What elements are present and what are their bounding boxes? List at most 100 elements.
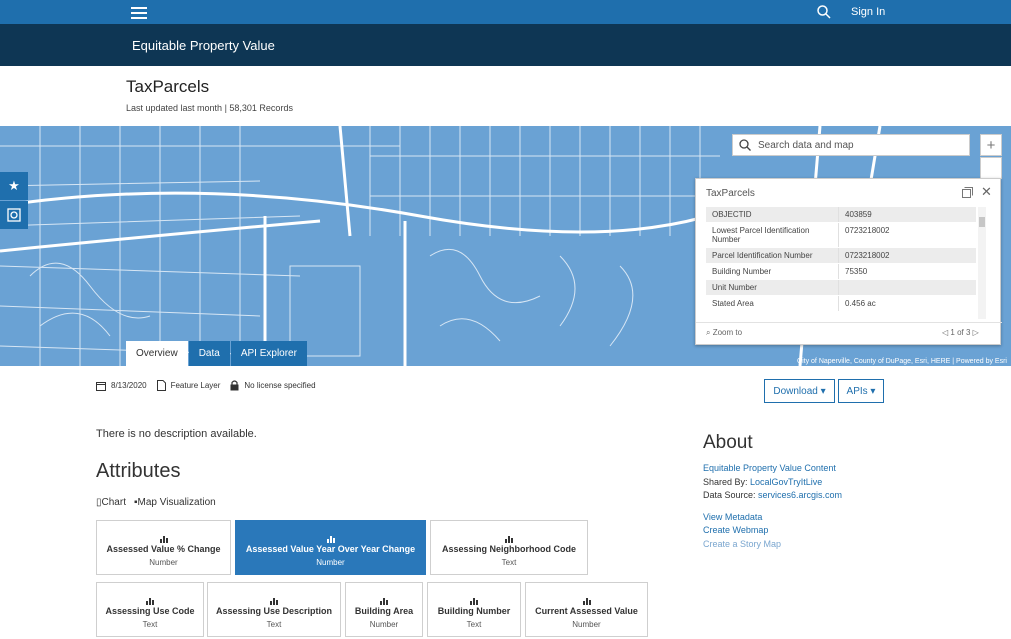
attr-value: 403859 bbox=[838, 207, 976, 222]
license-item: No license specified bbox=[230, 380, 316, 391]
attribute-card[interactable]: Assessing Use Code Text bbox=[96, 582, 204, 637]
attribute-type: Text bbox=[142, 620, 158, 629]
zoom-out-button[interactable] bbox=[980, 157, 1002, 179]
attr-value: 0.456 ac bbox=[838, 296, 976, 311]
attr-key: OBJECTID bbox=[712, 210, 752, 219]
attribute-name: Assessed Value Year Over Year Change bbox=[245, 544, 416, 554]
tab-data[interactable]: Data bbox=[188, 341, 230, 366]
download-button[interactable]: Download ▾ bbox=[764, 379, 835, 403]
chart-toggle-label: Chart bbox=[101, 497, 126, 508]
attribute-card[interactable]: Building Area Number bbox=[345, 582, 423, 637]
chart-icon bbox=[208, 592, 340, 605]
shared-by-link[interactable]: LocalGovTryItLive bbox=[750, 477, 822, 487]
table-row: Parcel Identification Number 0723218002 bbox=[706, 248, 976, 264]
chart-icon bbox=[431, 530, 587, 543]
license-label: No license specified bbox=[244, 381, 316, 390]
attr-value: 0723218002 bbox=[838, 248, 976, 263]
date-label: 8/13/2020 bbox=[111, 381, 147, 390]
popup-attribute-table: OBJECTID 403859 Lowest Parcel Identificat… bbox=[706, 207, 976, 312]
attribute-type: Number bbox=[572, 620, 601, 629]
site-title[interactable]: Equitable Property Value bbox=[132, 38, 275, 53]
chart-icon bbox=[346, 592, 422, 605]
shared-by-label: Shared By: bbox=[703, 476, 751, 487]
description-text: There is no description available. bbox=[96, 428, 257, 440]
about-heading: About bbox=[703, 432, 753, 453]
tab-api-explorer[interactable]: API Explorer bbox=[230, 341, 307, 366]
attr-key: Lowest Parcel Identification Number bbox=[712, 226, 810, 244]
attribute-card[interactable]: Building Number Text bbox=[427, 582, 521, 637]
attr-value: 0723218002 bbox=[838, 223, 976, 247]
attr-key: Unit Number bbox=[712, 283, 757, 292]
dataset-tabs: Overview Data API Explorer bbox=[126, 341, 307, 366]
attribute-name: Assessed Value % Change bbox=[106, 544, 221, 554]
attr-key: Parcel Identification Number bbox=[712, 251, 813, 260]
attribute-type: Number bbox=[369, 620, 399, 629]
locate-button[interactable] bbox=[0, 201, 28, 229]
map-visualization-toggle[interactable]: ▪Map Visualization bbox=[134, 497, 216, 508]
pager-label: 1 of 3 bbox=[950, 328, 971, 337]
tab-overview[interactable]: Overview bbox=[126, 341, 188, 366]
attribute-name: Building Number bbox=[437, 606, 511, 616]
next-icon[interactable]: ▷ bbox=[973, 328, 979, 337]
table-row: Building Number 75350 bbox=[706, 264, 976, 280]
chart-icon bbox=[236, 530, 425, 543]
attribute-card[interactable]: Assessed Value Year Over Year Change Num… bbox=[235, 520, 426, 575]
popup-footer: ⌕ Zoom to ◁ 1 of 3 ▷ bbox=[696, 322, 1002, 344]
map-search-input[interactable]: Search data and map bbox=[732, 134, 970, 156]
search-icon[interactable] bbox=[816, 4, 832, 20]
map-visualization-label: Map Visualization bbox=[137, 497, 216, 508]
dock-icon[interactable] bbox=[962, 187, 973, 198]
data-source-link[interactable]: services6.arcgis.com bbox=[758, 490, 842, 500]
attribute-name: Building Area bbox=[354, 606, 414, 616]
chart-toggle[interactable]: ▯Chart bbox=[96, 497, 126, 508]
attribute-name: Assessing Neighborhood Code bbox=[441, 544, 576, 554]
apis-button[interactable]: APIs ▾ bbox=[838, 379, 884, 403]
attribute-card[interactable]: Assessing Use Description Text bbox=[207, 582, 341, 637]
feature-popup: TaxParcels ✕ OBJECTID 403859 Lowest Parce… bbox=[695, 178, 1002, 345]
view-metadata-link[interactable]: View Metadata bbox=[703, 512, 762, 522]
star-icon: ★ bbox=[8, 178, 20, 193]
attr-value bbox=[838, 280, 976, 295]
attribute-name: Current Assessed Value bbox=[535, 606, 638, 616]
attribute-type: Text bbox=[501, 558, 517, 567]
visualization-toggle: ▯Chart ▪Map Visualization bbox=[96, 497, 224, 508]
layer-type-label: Feature Layer bbox=[170, 381, 221, 390]
close-icon[interactable]: ✕ bbox=[981, 184, 992, 200]
map-attribution: City of Naperville, County of DuPage, Es… bbox=[797, 358, 1007, 365]
chart-icon bbox=[526, 592, 647, 605]
zoom-to-label: Zoom to bbox=[712, 328, 743, 337]
attributes-heading: Attributes bbox=[96, 460, 181, 482]
attribute-type: Text bbox=[466, 620, 482, 629]
zoom-to-link[interactable]: ⌕ Zoom to bbox=[706, 328, 742, 338]
chart-icon bbox=[97, 530, 230, 543]
chart-icon bbox=[97, 592, 203, 605]
attribute-name: Assessing Use Description bbox=[215, 606, 333, 616]
zoom-in-button[interactable]: + bbox=[980, 134, 1002, 156]
attr-key: Stated Area bbox=[712, 299, 754, 308]
site-header: Equitable Property Value bbox=[0, 24, 1011, 66]
document-icon bbox=[156, 380, 166, 391]
locate-icon bbox=[7, 208, 21, 222]
dataset-meta: Last updated last month | 58,301 Records bbox=[126, 103, 293, 113]
attribute-name: Assessing Use Code bbox=[105, 606, 195, 616]
previous-icon[interactable]: ◁ bbox=[942, 328, 948, 337]
popup-title: TaxParcels bbox=[706, 188, 755, 199]
chart-icon bbox=[428, 592, 520, 605]
attribute-card[interactable]: Assessed Value % Change Number bbox=[96, 520, 231, 575]
sign-in-link[interactable]: Sign In bbox=[851, 6, 885, 18]
create-webmap-link[interactable]: Create Webmap bbox=[703, 525, 768, 535]
table-row: Unit Number bbox=[706, 280, 976, 296]
dataset-info-row: 8/13/2020 Feature Layer No license speci… bbox=[96, 380, 326, 391]
create-story-map-link[interactable]: Create a Story Map bbox=[703, 539, 781, 549]
attr-key: Building Number bbox=[712, 267, 772, 276]
attribute-card[interactable]: Current Assessed Value Number bbox=[525, 582, 648, 637]
content-link[interactable]: Equitable Property Value Content bbox=[703, 463, 836, 473]
attribute-card[interactable]: Assessing Neighborhood Code Text bbox=[430, 520, 588, 575]
search-icon bbox=[739, 139, 751, 151]
attr-value: 75350 bbox=[838, 264, 976, 279]
layer-type-item: Feature Layer bbox=[156, 380, 221, 391]
popup-scrollbar[interactable] bbox=[978, 207, 986, 319]
top-nav-bar: Sign In bbox=[0, 0, 1011, 24]
menu-icon[interactable] bbox=[131, 4, 147, 20]
bookmark-star-button[interactable]: ★ bbox=[0, 172, 28, 200]
